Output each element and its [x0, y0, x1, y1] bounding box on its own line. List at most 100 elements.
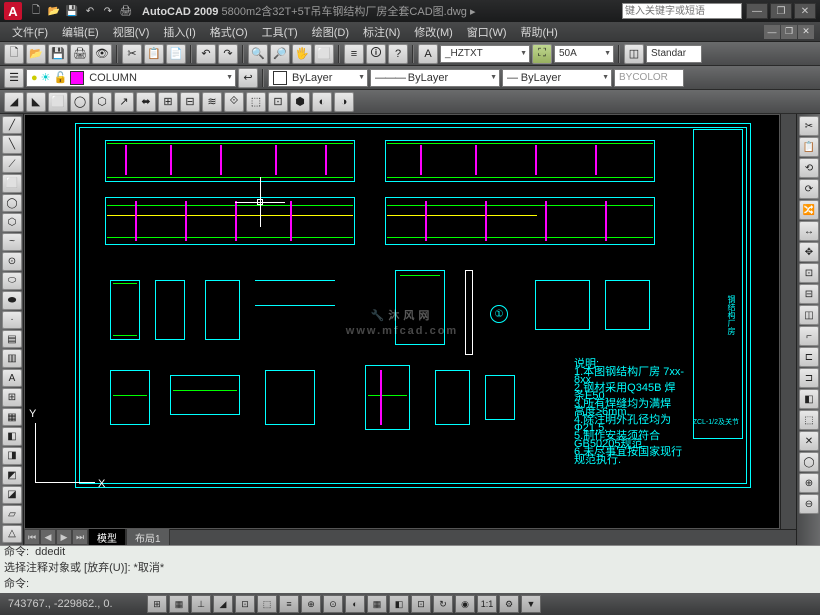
anno-scale-combo[interactable]: 50A: [554, 45, 614, 63]
tb3-btn-2[interactable]: ⬜: [48, 92, 68, 112]
close-button[interactable]: ✕: [794, 3, 816, 19]
modify-tool-10[interactable]: ⌐: [799, 326, 819, 346]
draw-tool-4[interactable]: ◯: [2, 194, 22, 212]
tb3-btn-14[interactable]: ◐: [312, 92, 332, 112]
mdi-minimize[interactable]: —: [764, 25, 780, 39]
modify-tool-13[interactable]: ◧: [799, 389, 819, 409]
draw-tool-10[interactable]: ·: [2, 311, 22, 329]
modify-tool-15[interactable]: ✕: [799, 431, 819, 451]
tb3-btn-4[interactable]: ⬡: [92, 92, 112, 112]
color-combo[interactable]: ByLayer: [268, 69, 368, 87]
tb3-btn-6[interactable]: ⬌: [136, 92, 156, 112]
modify-tool-4[interactable]: 🔀: [799, 200, 819, 220]
modify-tool-6[interactable]: ✥: [799, 242, 819, 262]
draw-tool-11[interactable]: ▤: [2, 330, 22, 348]
dim-style-combo[interactable]: Standar: [646, 45, 702, 63]
paste-icon[interactable]: 📄: [166, 44, 186, 64]
status-toggle-11[interactable]: ◧: [389, 595, 409, 613]
drawing-canvas[interactable]: ① 钢结构厂房 ZCL-1/2及关节: [24, 114, 780, 529]
menu-file[interactable]: 文件(F): [6, 22, 54, 42]
save-icon[interactable]: 💾: [48, 44, 68, 64]
modify-tool-17[interactable]: ⊕: [799, 473, 819, 493]
vertical-scrollbar[interactable]: [780, 114, 796, 529]
modify-tool-11[interactable]: ⊏: [799, 347, 819, 367]
app-logo[interactable]: A: [4, 2, 22, 20]
menu-edit[interactable]: 编辑(E): [56, 22, 105, 42]
tb3-btn-7[interactable]: ⊞: [158, 92, 178, 112]
draw-tool-2[interactable]: ⟋: [2, 155, 22, 173]
redo-icon[interactable]: ↷: [218, 44, 238, 64]
properties-icon[interactable]: ≡: [344, 44, 364, 64]
status-toggle-10[interactable]: ▦: [367, 595, 387, 613]
mdi-restore[interactable]: ❐: [781, 25, 797, 39]
draw-tool-0[interactable]: ╱: [2, 116, 22, 134]
zoom-window-icon[interactable]: ⬜: [314, 44, 334, 64]
layer-prev-icon[interactable]: ↩: [238, 68, 258, 88]
help-icon[interactable]: ?: [388, 44, 408, 64]
menu-insert[interactable]: 插入(I): [157, 22, 201, 42]
menu-help[interactable]: 帮助(H): [515, 22, 564, 42]
zoom-in-icon[interactable]: 🔍: [248, 44, 268, 64]
help-search-input[interactable]: [622, 3, 742, 19]
tb3-btn-9[interactable]: ≋: [202, 92, 222, 112]
qat-print-icon[interactable]: 🖨: [118, 3, 134, 19]
qat-redo-icon[interactable]: ↷: [100, 3, 116, 19]
status-toggle-17[interactable]: ▼: [521, 595, 541, 613]
status-toggle-16[interactable]: ⚙: [499, 595, 519, 613]
maximize-button[interactable]: ❐: [770, 3, 792, 19]
preview-icon[interactable]: 👁: [92, 44, 112, 64]
draw-tool-19[interactable]: ◪: [2, 486, 22, 504]
pan-icon[interactable]: 🖐: [292, 44, 312, 64]
menu-format[interactable]: 格式(O): [204, 22, 254, 42]
modify-tool-7[interactable]: ⊡: [799, 263, 819, 283]
draw-tool-20[interactable]: ▱: [2, 505, 22, 523]
status-toggle-1[interactable]: ▦: [169, 595, 189, 613]
draw-tool-7[interactable]: ⊙: [2, 252, 22, 270]
draw-tool-12[interactable]: ▥: [2, 349, 22, 367]
qat-undo-icon[interactable]: ↶: [82, 3, 98, 19]
qat-save-icon[interactable]: 💾: [64, 3, 80, 19]
dim-style-icon[interactable]: ◫: [624, 44, 644, 64]
print-icon[interactable]: 🖨: [70, 44, 90, 64]
anno-scale-icon[interactable]: ⛶: [532, 44, 552, 64]
status-toggle-5[interactable]: ⬚: [257, 595, 277, 613]
tb3-btn-15[interactable]: ◑: [334, 92, 354, 112]
modify-tool-0[interactable]: ✂: [799, 116, 819, 136]
draw-tool-21[interactable]: △: [2, 525, 22, 543]
modify-tool-16[interactable]: ◯: [799, 452, 819, 472]
status-toggle-3[interactable]: ◢: [213, 595, 233, 613]
menu-window[interactable]: 窗口(W): [461, 22, 513, 42]
modify-tool-12[interactable]: ⊐: [799, 368, 819, 388]
modify-tool-1[interactable]: 📋: [799, 137, 819, 157]
undo-icon[interactable]: ↶: [196, 44, 216, 64]
tb3-btn-8[interactable]: ⊟: [180, 92, 200, 112]
lineweight-combo[interactable]: — ByLayer: [502, 69, 612, 87]
tb3-btn-1[interactable]: ◣: [26, 92, 46, 112]
tb3-btn-5[interactable]: ↗: [114, 92, 134, 112]
menu-modify[interactable]: 修改(M): [408, 22, 459, 42]
open-icon[interactable]: 📂: [26, 44, 46, 64]
new-icon[interactable]: 🗋: [4, 44, 24, 64]
draw-tool-6[interactable]: ~: [2, 233, 22, 251]
tb3-btn-13[interactable]: ⬢: [290, 92, 310, 112]
plotstyle-combo[interactable]: BYCOLOR: [614, 69, 684, 87]
tb3-btn-0[interactable]: ◢: [4, 92, 24, 112]
modify-tool-9[interactable]: ◫: [799, 305, 819, 325]
draw-tool-14[interactable]: ⊞: [2, 388, 22, 406]
draw-tool-17[interactable]: ◨: [2, 447, 22, 465]
status-toggle-7[interactable]: ⊕: [301, 595, 321, 613]
status-toggle-0[interactable]: ⊞: [147, 595, 167, 613]
status-toggle-12[interactable]: ⊡: [411, 595, 431, 613]
tb3-btn-11[interactable]: ⬚: [246, 92, 266, 112]
status-toggle-14[interactable]: ◉: [455, 595, 475, 613]
copy-icon[interactable]: 📋: [144, 44, 164, 64]
modify-tool-5[interactable]: ↔: [799, 221, 819, 241]
draw-tool-8[interactable]: ⬭: [2, 272, 22, 290]
status-toggle-8[interactable]: ⊙: [323, 595, 343, 613]
qat-new-icon[interactable]: 🗋: [28, 3, 44, 19]
draw-tool-18[interactable]: ◩: [2, 466, 22, 484]
draw-tool-13[interactable]: A: [2, 369, 22, 387]
draw-tool-3[interactable]: ⬜: [2, 174, 22, 192]
zoom-out-icon[interactable]: 🔎: [270, 44, 290, 64]
menu-dimension[interactable]: 标注(N): [357, 22, 406, 42]
